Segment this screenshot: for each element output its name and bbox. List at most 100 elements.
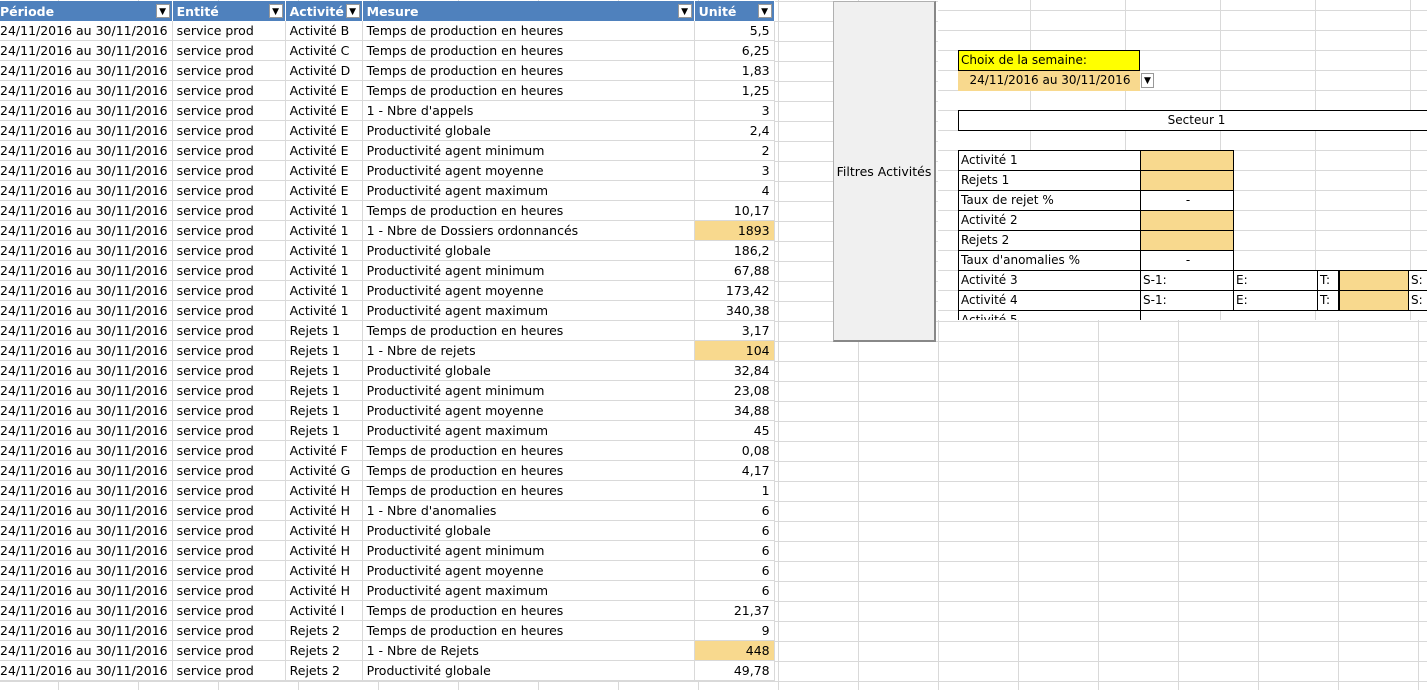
cell-mesure[interactable]: Temps de production en heures	[362, 60, 695, 81]
cell-unite[interactable]: 2,4	[694, 120, 775, 141]
cell-mesure[interactable]: Productivité agent minimum	[362, 260, 695, 281]
cell-activite[interactable]: Rejets 2	[285, 660, 363, 681]
cell-activite[interactable]: Rejets 1	[285, 360, 363, 381]
cell-periode[interactable]: 24/11/2016 au 30/11/2016	[0, 380, 173, 401]
cell-mesure[interactable]: Temps de production en heures	[362, 440, 695, 461]
cell-periode[interactable]: 24/11/2016 au 30/11/2016	[0, 620, 173, 641]
cell-activite[interactable]: Activité 1	[285, 280, 363, 301]
cell-periode[interactable]: 24/11/2016 au 30/11/2016	[0, 140, 173, 161]
cell-unite[interactable]: 6	[694, 520, 775, 541]
cell-mesure[interactable]: Temps de production en heures	[362, 40, 695, 61]
cell-entite[interactable]: service prod	[172, 620, 286, 641]
filter-dropdown-icon[interactable]: ▼	[757, 4, 772, 18]
cell-unite[interactable]: 5,5	[694, 21, 775, 41]
cell-mesure[interactable]: Productivité globale	[362, 240, 695, 261]
cell-periode[interactable]: 24/11/2016 au 30/11/2016	[0, 200, 173, 221]
cell-activite[interactable]: Activité E	[285, 180, 363, 201]
cell-periode[interactable]: 24/11/2016 au 30/11/2016	[0, 580, 173, 601]
cell-activite[interactable]: Activité H	[285, 520, 363, 541]
cell-unite[interactable]: 9	[694, 620, 775, 641]
panel-row-value[interactable]	[1140, 230, 1234, 251]
cell-mesure[interactable]: Productivité agent maximum	[362, 580, 695, 601]
cell-periode[interactable]: 24/11/2016 au 30/11/2016	[0, 21, 173, 41]
cell-periode[interactable]: 24/11/2016 au 30/11/2016	[0, 600, 173, 621]
cell-periode[interactable]: 24/11/2016 au 30/11/2016	[0, 100, 173, 121]
cell-activite[interactable]: Activité E	[285, 160, 363, 181]
panel-row-value[interactable]: -	[1140, 250, 1234, 271]
cell-activite[interactable]: Activité I	[285, 600, 363, 621]
cell-entite[interactable]: service prod	[172, 500, 286, 521]
header-entite[interactable]: Entité ▼	[172, 1, 286, 21]
cell-unite[interactable]: 1893	[694, 220, 775, 241]
cell-entite[interactable]: service prod	[172, 560, 286, 581]
cell-activite[interactable]: Rejets 1	[285, 400, 363, 421]
cell-mesure[interactable]: Temps de production en heures	[362, 620, 695, 641]
cell-periode[interactable]: 24/11/2016 au 30/11/2016	[0, 340, 173, 361]
cell-entite[interactable]: service prod	[172, 420, 286, 441]
cell-mesure[interactable]: Temps de production en heures	[362, 21, 695, 41]
cell-mesure[interactable]: Productivité globale	[362, 660, 695, 681]
filter-dropdown-icon[interactable]: ▼	[677, 4, 692, 18]
cell-unite[interactable]: 34,88	[694, 400, 775, 421]
cell-unite[interactable]: 10,17	[694, 200, 775, 221]
cell-entite[interactable]: service prod	[172, 21, 286, 41]
cell-periode[interactable]: 24/11/2016 au 30/11/2016	[0, 80, 173, 101]
cell-entite[interactable]: service prod	[172, 600, 286, 621]
cell-periode[interactable]: 24/11/2016 au 30/11/2016	[0, 660, 173, 681]
cell-unite[interactable]: 6	[694, 560, 775, 581]
cell-periode[interactable]: 24/11/2016 au 30/11/2016	[0, 180, 173, 201]
cell-entite[interactable]: service prod	[172, 440, 286, 461]
cell-unite[interactable]: 3,17	[694, 320, 775, 341]
cell-unite[interactable]: 6	[694, 540, 775, 561]
cell-entite[interactable]: service prod	[172, 320, 286, 341]
cell-periode[interactable]: 24/11/2016 au 30/11/2016	[0, 460, 173, 481]
cell-activite[interactable]: Activité H	[285, 560, 363, 581]
cell-mesure[interactable]: Temps de production en heures	[362, 600, 695, 621]
cell-unite[interactable]: 4	[694, 180, 775, 201]
cell-unite[interactable]: 45	[694, 420, 775, 441]
cell-unite[interactable]: 1,25	[694, 80, 775, 101]
cell-periode[interactable]: 24/11/2016 au 30/11/2016	[0, 300, 173, 321]
cell-mesure[interactable]: Productivité globale	[362, 120, 695, 141]
cell-mesure[interactable]: 1 - Nbre d'anomalies	[362, 500, 695, 521]
cell-mesure[interactable]: Productivité agent maximum	[362, 420, 695, 441]
filter-dropdown-icon[interactable]: ▼	[268, 4, 283, 18]
cell-entite[interactable]: service prod	[172, 220, 286, 241]
cell-periode[interactable]: 24/11/2016 au 30/11/2016	[0, 420, 173, 441]
header-mesure[interactable]: Mesure ▼	[362, 1, 695, 21]
cell-activite[interactable]: Activité C	[285, 40, 363, 61]
cell-mesure[interactable]: Productivité agent moyenne	[362, 280, 695, 301]
cell-entite[interactable]: service prod	[172, 460, 286, 481]
cell-entite[interactable]: service prod	[172, 520, 286, 541]
cell-unite[interactable]: 0,08	[694, 440, 775, 461]
cell-periode[interactable]: 24/11/2016 au 30/11/2016	[0, 540, 173, 561]
cell-mesure[interactable]: Productivité agent moyenne	[362, 560, 695, 581]
cell-unite[interactable]: 23,08	[694, 380, 775, 401]
cell-periode[interactable]: 24/11/2016 au 30/11/2016	[0, 160, 173, 181]
filtres-activites-button[interactable]: Filtres Activités	[833, 1, 936, 342]
cell-mesure[interactable]: Productivité agent maximum	[362, 180, 695, 201]
filter-dropdown-icon[interactable]: ▼	[345, 4, 360, 18]
cell-activite[interactable]: Rejets 2	[285, 640, 363, 661]
cell-mesure[interactable]: 1 - Nbre de Rejets	[362, 640, 695, 661]
cell-periode[interactable]: 24/11/2016 au 30/11/2016	[0, 220, 173, 241]
cell-periode[interactable]: 24/11/2016 au 30/11/2016	[0, 280, 173, 301]
cell-periode[interactable]: 24/11/2016 au 30/11/2016	[0, 360, 173, 381]
cell-activite[interactable]: Activité B	[285, 21, 363, 41]
header-activite[interactable]: Activité ▼	[285, 1, 363, 21]
cell-entite[interactable]: service prod	[172, 540, 286, 561]
cell-activite[interactable]: Activité F	[285, 440, 363, 461]
cell-mesure[interactable]: Productivité globale	[362, 520, 695, 541]
cell-periode[interactable]: 24/11/2016 au 30/11/2016	[0, 40, 173, 61]
cell-periode[interactable]: 24/11/2016 au 30/11/2016	[0, 480, 173, 501]
cell-entite[interactable]: service prod	[172, 280, 286, 301]
cell-activite[interactable]: Activité 1	[285, 220, 363, 241]
cell-unite[interactable]: 6,25	[694, 40, 775, 61]
cell-activite[interactable]: Rejets 2	[285, 620, 363, 641]
cell-entite[interactable]: service prod	[172, 140, 286, 161]
cell-entite[interactable]: service prod	[172, 360, 286, 381]
cell-unite[interactable]: 340,38	[694, 300, 775, 321]
cell-unite[interactable]: 32,84	[694, 360, 775, 381]
cell-mesure[interactable]: Productivité agent maximum	[362, 300, 695, 321]
cell-activite[interactable]: Activité 1	[285, 260, 363, 281]
